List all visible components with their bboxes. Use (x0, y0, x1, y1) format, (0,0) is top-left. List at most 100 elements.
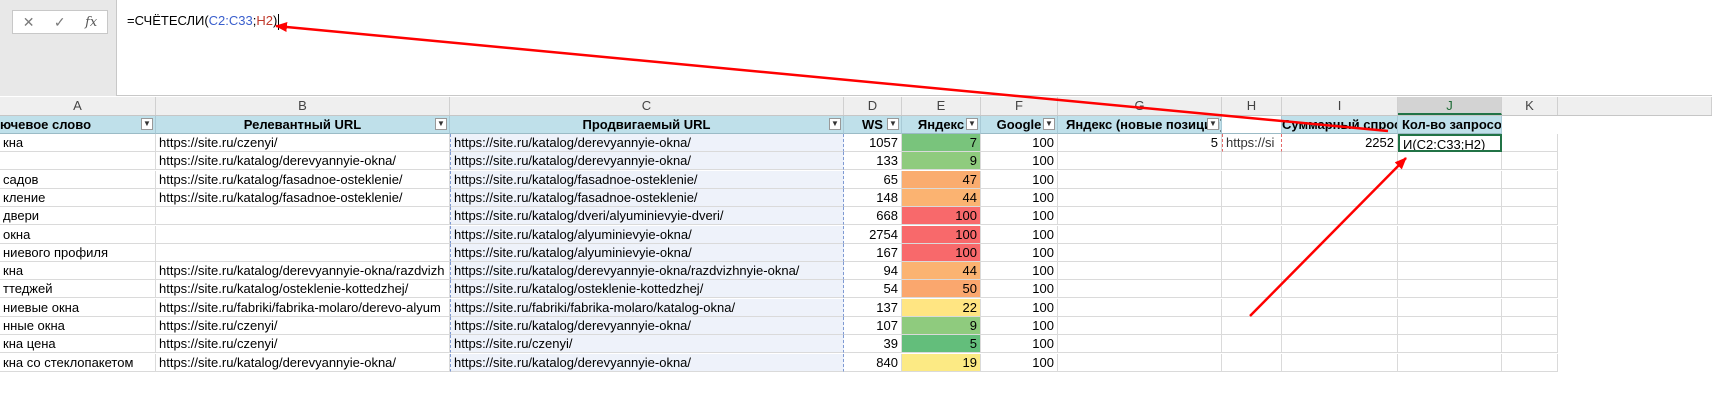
cell-h[interactable] (1222, 353, 1282, 372)
column-header-d[interactable]: D (844, 97, 902, 115)
cell-i[interactable] (1282, 262, 1398, 281)
cell-d[interactable]: 65 (844, 170, 902, 189)
cell-d[interactable]: 840 (844, 353, 902, 372)
cancel-icon[interactable]: ✕ (23, 14, 35, 31)
cell-g[interactable] (1058, 243, 1222, 262)
cell-d[interactable]: 167 (844, 243, 902, 262)
cell-g[interactable] (1058, 335, 1222, 354)
column-header-blank[interactable] (1558, 97, 1712, 115)
cell-h[interactable] (1222, 188, 1282, 207)
cell-c[interactable]: https://site.ru/czenyi/ (450, 335, 844, 354)
cell-b[interactable]: https://site.ru/fabriki/fabrika-molaro/d… (156, 298, 450, 317)
cell-f[interactable]: 100 (981, 335, 1058, 354)
column-header-a[interactable]: A (0, 97, 156, 115)
cell-e[interactable]: 9 (902, 317, 981, 335)
cell-c[interactable]: https://site.ru/katalog/derevyannyie-okn… (450, 134, 844, 152)
cell-a[interactable]: кна цена (0, 335, 156, 354)
cell-e[interactable]: 22 (902, 298, 981, 317)
cell-c[interactable]: https://site.ru/katalog/fasadnoe-ostekle… (450, 170, 844, 189)
cell-a[interactable]: садов (0, 170, 156, 189)
cell-i[interactable] (1282, 317, 1398, 335)
cell-j[interactable] (1398, 298, 1502, 317)
cell-e[interactable]: 7 (902, 134, 981, 152)
cell-h[interactable] (1222, 317, 1282, 335)
filter-dropdown-icon[interactable]: ▼ (829, 118, 841, 130)
cell-g[interactable]: 5 (1058, 134, 1222, 152)
cell-b[interactable]: https://site.ru/katalog/fasadnoe-ostekle… (156, 170, 450, 189)
cell-h[interactable] (1222, 152, 1282, 171)
cell-c[interactable]: https://site.ru/katalog/fasadnoe-ostekle… (450, 188, 844, 207)
formula-text[interactable]: =СЧЁТЕСЛИ(C2:C33;H2) (127, 13, 280, 30)
cell-j[interactable] (1398, 280, 1502, 299)
cell-c[interactable]: https://site.ru/katalog/alyuminievyie-ok… (450, 243, 844, 262)
cell-f[interactable]: 100 (981, 317, 1058, 335)
cell-h[interactable] (1222, 280, 1282, 299)
cell-i[interactable]: 2252 (1282, 134, 1398, 152)
cell-b[interactable]: https://site.ru/czenyi/ (156, 317, 450, 335)
cell-h[interactable]: https://si (1222, 134, 1282, 152)
cell-f[interactable]: 100 (981, 353, 1058, 372)
cell-k[interactable] (1502, 134, 1558, 152)
filter-dropdown-icon[interactable]: ▼ (1043, 118, 1055, 130)
cell-a[interactable]: ттеджей (0, 280, 156, 299)
cell-d[interactable]: 137 (844, 298, 902, 317)
cell-a[interactable]: нные окна (0, 317, 156, 335)
cell-f[interactable]: 100 (981, 243, 1058, 262)
cell-c[interactable]: https://site.ru/katalog/osteklenie-kotte… (450, 280, 844, 299)
cell-c[interactable]: https://site.ru/katalog/derevyannyie-okn… (450, 262, 844, 281)
cell-b[interactable] (156, 225, 450, 244)
cell-a[interactable]: кна (0, 262, 156, 281)
cell-c[interactable]: https://site.ru/katalog/alyuminievyie-ok… (450, 225, 844, 244)
cell-j[interactable] (1398, 317, 1502, 335)
cell-g[interactable] (1058, 280, 1222, 299)
cell-d[interactable]: 668 (844, 207, 902, 226)
cell-f[interactable]: 100 (981, 280, 1058, 299)
cell-c[interactable]: https://site.ru/katalog/derevyannyie-okn… (450, 353, 844, 372)
cell-b[interactable]: https://site.ru/katalog/derevyannyie-okn… (156, 262, 450, 281)
cell-e[interactable]: 50 (902, 280, 981, 299)
column-header-b[interactable]: B (156, 97, 450, 115)
cell-f[interactable]: 100 (981, 134, 1058, 152)
cell-k[interactable] (1502, 262, 1558, 281)
cell-c[interactable]: https://site.ru/fabriki/fabrika-molaro/k… (450, 298, 844, 317)
cell-a[interactable]: ниевые окна (0, 298, 156, 317)
cell-j[interactable] (1398, 262, 1502, 281)
cell-b[interactable]: https://site.ru/czenyi/ (156, 134, 450, 152)
cell-g[interactable] (1058, 353, 1222, 372)
cell-f[interactable]: 100 (981, 188, 1058, 207)
cell-b[interactable] (156, 243, 450, 262)
cell-d[interactable]: 1057 (844, 134, 902, 152)
cell-e[interactable]: 5 (902, 335, 981, 354)
cell-a[interactable]: двери (0, 207, 156, 226)
cell-e[interactable]: 44 (902, 262, 981, 281)
cell-h[interactable] (1222, 225, 1282, 244)
cell-i[interactable] (1282, 170, 1398, 189)
cell-g[interactable] (1058, 170, 1222, 189)
cell-f[interactable]: 100 (981, 207, 1058, 226)
cell-b[interactable]: https://site.ru/katalog/derevyannyie-okn… (156, 353, 450, 372)
cell-k[interactable] (1502, 188, 1558, 207)
cell-e[interactable]: 44 (902, 188, 981, 207)
cell-e[interactable]: 100 (902, 207, 981, 226)
column-header-e[interactable]: E (902, 97, 981, 115)
cell-a[interactable]: ниевого профиля (0, 243, 156, 262)
cell-e[interactable]: 47 (902, 170, 981, 189)
cell-k[interactable] (1502, 317, 1558, 335)
cell-g[interactable] (1058, 225, 1222, 244)
cell-k[interactable] (1502, 207, 1558, 226)
cell-f[interactable]: 100 (981, 298, 1058, 317)
cell-d[interactable]: 39 (844, 335, 902, 354)
cell-j[interactable] (1398, 207, 1502, 226)
cell-d[interactable]: 148 (844, 188, 902, 207)
cell-k[interactable] (1502, 298, 1558, 317)
cell-i[interactable] (1282, 243, 1398, 262)
column-header-k[interactable]: K (1502, 97, 1558, 115)
cell-k[interactable] (1502, 335, 1558, 354)
cell-i[interactable] (1282, 353, 1398, 372)
filter-dropdown-icon[interactable]: ▼ (966, 118, 978, 130)
cell-a[interactable]: окна (0, 225, 156, 244)
column-header-f[interactable]: F (981, 97, 1058, 115)
cell-c[interactable]: https://site.ru/katalog/derevyannyie-okn… (450, 317, 844, 335)
cell-f[interactable]: 100 (981, 152, 1058, 171)
cell-e[interactable]: 19 (902, 353, 981, 372)
